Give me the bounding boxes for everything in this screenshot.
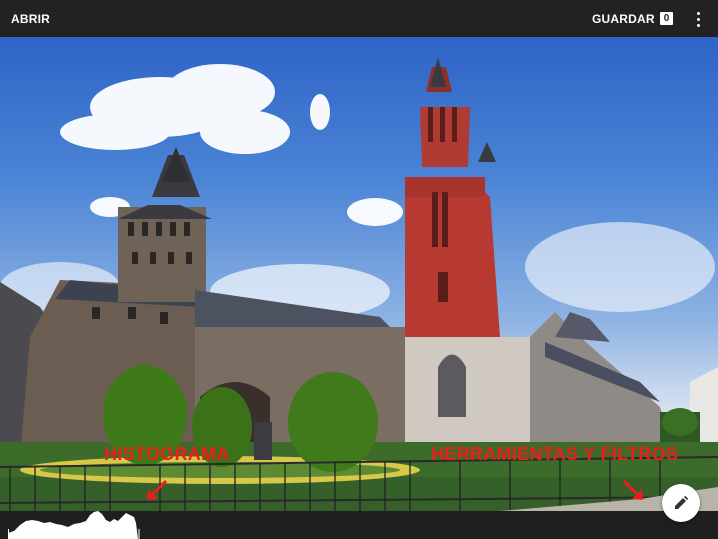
pencil-icon (675, 495, 689, 509)
histogram-graph (8, 511, 140, 539)
tools-filters-annotation: HERRAMIENTAS Y FILTROS (431, 444, 679, 464)
clouds (0, 64, 715, 320)
bottom-bar (0, 511, 718, 539)
more-vert-icon[interactable] (692, 10, 706, 28)
photo-canvas: HISTOGRAMA HERRAMIENTAS Y FILTROS (0, 37, 718, 511)
top-toolbar: ABRIR GUARDAR 0 (0, 0, 718, 37)
edit-fab-button[interactable] (662, 484, 700, 522)
save-count-badge: 0 (660, 12, 673, 25)
open-button[interactable]: ABRIR (11, 12, 50, 26)
save-button[interactable]: GUARDAR (592, 12, 655, 26)
histogram-annotation: HISTOGRAMA (104, 444, 230, 464)
photo-image (0, 57, 718, 511)
